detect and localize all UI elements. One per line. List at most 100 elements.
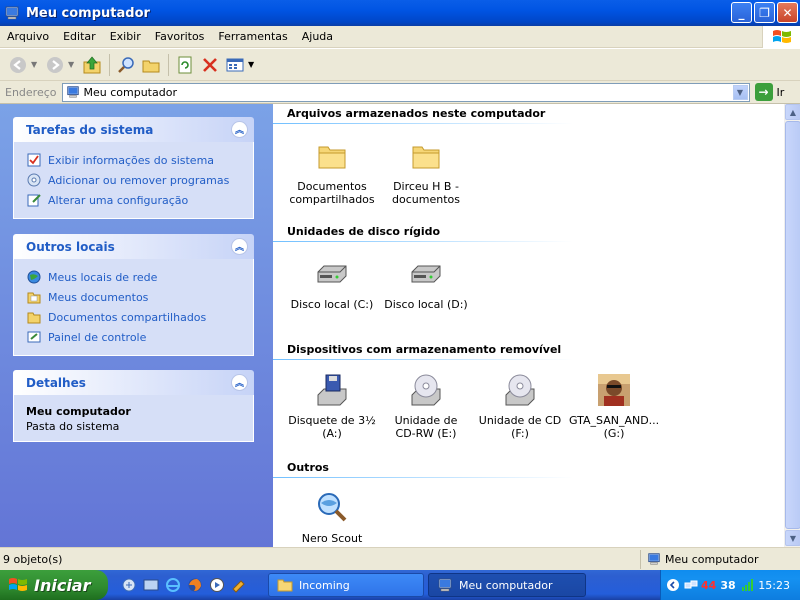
details-description: Pasta do sistema — [26, 420, 120, 433]
search-button[interactable] — [114, 53, 138, 77]
gta-disc-g-item[interactable]: GTA_SAN_AND... (G:) — [569, 372, 659, 440]
taskbar-incoming-button[interactable]: Incoming — [268, 573, 424, 597]
view-system-info-link[interactable]: Exibir informações do sistema — [26, 150, 243, 170]
views-icon — [226, 58, 244, 71]
folders-icon — [142, 60, 160, 72]
folder-icon — [26, 309, 42, 325]
collapse-chevron-icon[interactable]: ︽ — [231, 238, 248, 255]
collapse-chevron-icon[interactable]: ︽ — [231, 374, 248, 391]
go-button[interactable]: → Ir — [754, 83, 785, 101]
hard-disk-icon — [408, 256, 444, 292]
system-info-icon — [26, 152, 42, 168]
add-remove-programs-icon — [26, 172, 42, 188]
cd-drive-icon — [408, 372, 444, 408]
taskbar-my-computer-button[interactable]: Meu computador — [428, 573, 586, 597]
nero-scout-icon — [314, 490, 350, 526]
my-documents-link[interactable]: Meus documentos — [26, 287, 243, 307]
quick-launch-app-icon[interactable] — [120, 576, 138, 594]
status-bar: 9 objeto(s) Meu computador — [0, 547, 800, 570]
tray-indicator-b[interactable]: 38 — [720, 579, 735, 592]
local-disk-c-item[interactable]: Disco local (C:) — [287, 256, 377, 311]
forward-arrow-icon — [47, 56, 63, 73]
move-to-button[interactable] — [173, 53, 197, 77]
others-group: Outros — [273, 459, 784, 478]
forward-button[interactable] — [43, 53, 67, 77]
menu-exibir[interactable]: Exibir — [103, 30, 148, 43]
cd-rw-e-item[interactable]: Unidade de CD-RW (E:) — [381, 372, 471, 440]
close-button[interactable]: ✕ — [777, 2, 798, 23]
cd-drive-icon — [502, 372, 538, 408]
views-button[interactable] — [223, 53, 247, 77]
media-player-icon[interactable] — [208, 576, 226, 594]
object-count: 9 objeto(s) — [3, 552, 63, 566]
other-places-header[interactable]: Outros locais ︽ — [13, 234, 254, 259]
folder-icon — [277, 579, 293, 592]
cd-f-item[interactable]: Unidade de CD (F:) — [475, 372, 565, 440]
quick-launch — [120, 576, 248, 594]
shared-documents-link[interactable]: Documentos compartilhados — [26, 307, 243, 327]
internet-explorer-icon[interactable] — [164, 576, 182, 594]
go-label: Ir — [776, 85, 785, 99]
scroll-down-button[interactable]: ▼ — [785, 530, 800, 546]
back-arrow-icon — [10, 56, 26, 73]
nero-scout-item[interactable]: Nero Scout — [287, 490, 377, 545]
menu-editar[interactable]: Editar — [56, 30, 103, 43]
menu-arquivo[interactable]: Arquivo — [0, 30, 56, 43]
my-computer-icon — [5, 6, 19, 20]
group-header: Arquivos armazenados neste computador — [287, 107, 546, 120]
address-label: Endereço — [5, 85, 57, 99]
scroll-thumb[interactable] — [785, 121, 800, 529]
minimize-button[interactable]: _ — [731, 2, 752, 23]
tray-expand-icon[interactable] — [665, 577, 681, 593]
change-setting-link[interactable]: Alterar uma configuração — [26, 190, 243, 210]
views-dropdown-icon[interactable]: ▼ — [248, 60, 256, 69]
network-places-link[interactable]: Meus locais de rede — [26, 267, 243, 287]
firefox-icon[interactable] — [186, 576, 204, 594]
group-header: Dispositivos com armazenamento removível — [287, 343, 562, 356]
control-panel-link[interactable]: Painel de controle — [26, 327, 243, 347]
group-header: Outros — [287, 461, 329, 474]
menu-bar: Arquivo Editar Exibir Favoritos Ferramen… — [0, 26, 800, 48]
tray-indicator-a[interactable]: 44 — [701, 579, 716, 592]
up-folder-button[interactable] — [80, 53, 104, 77]
menu-favoritos[interactable]: Favoritos — [148, 30, 212, 43]
system-tasks-panel: Tarefas do sistema ︽ Exibir informações … — [13, 117, 254, 219]
windows-logo-icon — [762, 26, 800, 48]
taskbar: Iniciar Incoming Meu computador 44 38 15… — [0, 570, 800, 600]
address-value: Meu computador — [83, 85, 177, 99]
change-setting-icon — [26, 192, 42, 208]
title-bar[interactable]: Meu computador _ ❐ ✕ — [0, 0, 800, 26]
back-dropdown-icon[interactable]: ▼ — [31, 60, 39, 69]
local-disk-d-item[interactable]: Disco local (D:) — [381, 256, 471, 311]
back-button[interactable] — [6, 53, 30, 77]
network-tray-icon[interactable] — [683, 577, 699, 593]
address-input[interactable]: Meu computador ▼ — [61, 82, 750, 102]
show-desktop-icon[interactable] — [142, 576, 160, 594]
system-tasks-header[interactable]: Tarefas do sistema ︽ — [13, 117, 254, 142]
clock[interactable]: 15:23 — [758, 579, 790, 592]
floppy-a-item[interactable]: Disquete de 3½ (A:) — [287, 372, 377, 440]
collapse-chevron-icon[interactable]: ︽ — [231, 121, 248, 138]
user-documents-item[interactable]: Dirceu H B - documentos — [381, 138, 471, 206]
menu-ajuda[interactable]: Ajuda — [295, 30, 340, 43]
delete-button[interactable] — [198, 53, 222, 77]
details-header[interactable]: Detalhes ︽ — [13, 370, 254, 395]
windows-logo-icon — [9, 578, 27, 591]
network-places-icon — [26, 269, 42, 285]
start-button[interactable]: Iniciar — [0, 570, 108, 600]
stored-files-group: Arquivos armazenados neste computador — [273, 105, 784, 124]
address-dropdown-icon[interactable]: ▼ — [732, 84, 748, 100]
scroll-up-button[interactable]: ▲ — [785, 104, 800, 120]
add-remove-programs-link[interactable]: Adicionar ou remover programas — [26, 170, 243, 190]
status-location: Meu computador — [665, 552, 759, 566]
go-arrow-icon: → — [754, 83, 773, 101]
forward-dropdown-icon[interactable]: ▼ — [68, 60, 76, 69]
removable-storage-group: Dispositivos com armazenamento removível — [273, 341, 784, 360]
vertical-scrollbar[interactable]: ▲ ▼ — [784, 104, 800, 547]
menu-ferramentas[interactable]: Ferramentas — [211, 30, 294, 43]
signal-bars-icon[interactable] — [740, 577, 756, 593]
maximize-button[interactable]: ❐ — [754, 2, 775, 23]
quick-launch-tool-icon[interactable] — [230, 576, 248, 594]
folders-button[interactable] — [139, 53, 163, 77]
shared-documents-item[interactable]: Documentos compartilhados — [287, 138, 377, 206]
